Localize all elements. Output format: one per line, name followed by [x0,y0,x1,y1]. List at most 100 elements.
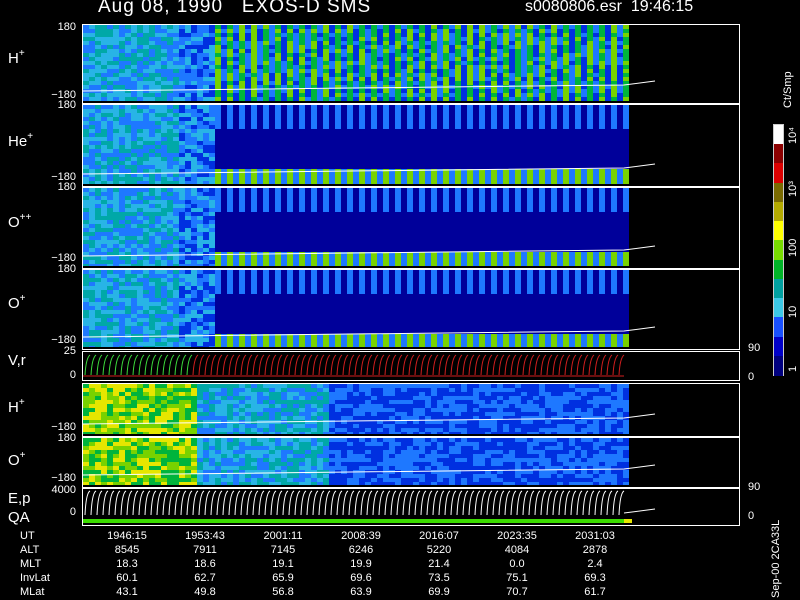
vr-trace [444,354,451,376]
vr-trace [336,354,343,376]
vr-trace [534,354,541,376]
vr-trace [270,354,277,376]
vr-trace [432,354,439,376]
ep-trace [162,490,169,516]
ep-trace [450,490,457,516]
ep-trace [264,490,271,516]
ephemeris-row: ALT 8545 7911 7145 6246 5220 4084 2878 [8,543,634,557]
colorbar-label-1e4: 10⁴ [787,127,799,144]
ephemeris-cell: 0.0 [509,558,525,570]
ep-trace [528,490,535,516]
ephemeris-cell: 63.9 [350,586,372,598]
ephemeris-cell: 2.4 [587,558,603,570]
trace-tail [623,508,656,514]
panel-label-h-plus-2: H+ [8,397,25,416]
ep-trace [426,490,433,516]
vr-trace [390,354,397,376]
ep-trace [486,490,493,516]
ep-trace [456,490,463,516]
ep-trace [168,490,175,516]
ep-trace [234,490,241,516]
vr-trace [546,354,553,376]
ep-trace [246,490,253,516]
spectrogram-canvas [83,354,625,377]
colorbar-swatch [774,201,783,223]
vr-trace [258,354,265,376]
ep-trace [150,490,157,516]
ep-trace [294,490,301,516]
colorbar-label-10: 10 [787,305,799,318]
ep-trace [594,490,601,516]
panel-label-ep: E,p [8,490,31,507]
ep-trace [126,490,133,516]
vr-trace [168,354,175,376]
vr-trace [222,354,229,376]
spectrogram-canvas [83,490,656,523]
ephemeris-cell: 1946:15 [107,530,147,542]
ep-trace [210,490,217,516]
ep-trace [258,490,265,516]
vr-trace [402,354,409,376]
vr-trace [84,354,91,376]
vr-trace [144,354,151,376]
vr-trace [468,354,475,376]
panel-label-o-plusplus: O++ [8,212,32,231]
ep-trace [342,490,349,516]
vr-trace [126,354,133,376]
ep-trace [522,490,529,516]
ep-trace [180,490,187,516]
vr-trace [480,354,487,376]
ep-trace [288,490,295,516]
tick-p8-top: 4000 [51,484,76,496]
vr-trace [606,354,613,376]
ephemeris-row: InvLat 60.1 62.7 65.9 69.6 73.5 75.1 69.3 [8,571,634,585]
vr-trace [330,354,337,376]
vr-trace [600,354,607,376]
vr-trace [90,354,97,376]
rtick-p5-bottom: 0 [748,371,755,383]
ephemeris-cell: 6246 [348,544,374,556]
vr-trace [102,354,109,376]
ep-trace [120,490,127,516]
vr-trace [396,354,403,376]
vr-trace [318,354,325,376]
vr-trace [450,354,457,376]
vr-trace [138,354,145,376]
vr-trace [342,354,349,376]
colorbar-swatch [774,144,783,165]
ephemeris-cell: 2023:35 [497,530,537,542]
vr-trace [612,354,619,376]
spectrogram-o-plus-2 [82,437,740,488]
spectrogram-canvas [83,438,656,485]
ep-trace [324,490,331,516]
colorbar-label-100: 100 [787,238,799,257]
vr-trace [108,354,115,376]
vr-trace [282,354,289,376]
colorbar [773,124,784,377]
ephemeris-cell: 18.6 [194,558,216,570]
plot-vr [82,351,740,381]
vr-trace [216,354,223,376]
ephemeris-cell: 70.7 [506,586,528,598]
ep-trace [402,490,409,516]
file-time: 19:46:15 [630,0,694,15]
vr-trace [198,354,205,376]
plot-ep-qa [82,488,740,526]
ephemeris-row-label: MLat [20,586,45,598]
ep-trace [318,490,325,516]
ep-trace [204,490,211,516]
ephemeris-cell: 69.6 [350,572,372,584]
ep-trace [228,490,235,516]
ep-trace [480,490,487,516]
ep-trace [606,490,613,516]
vr-trace [540,354,547,376]
tick-p5-top: 25 [63,345,76,357]
vr-trace [354,354,361,376]
ep-trace [504,490,511,516]
ephemeris-cell: 43.1 [116,586,138,598]
plot-title: Aug 08, 1990 EXOS-D SMS [98,0,372,17]
spectrogram-canvas [83,105,656,184]
ephemeris-row-label: InvLat [20,572,50,584]
colorbar-label-1e3: 10³ [787,181,799,197]
colorbar-swatch [774,182,783,204]
